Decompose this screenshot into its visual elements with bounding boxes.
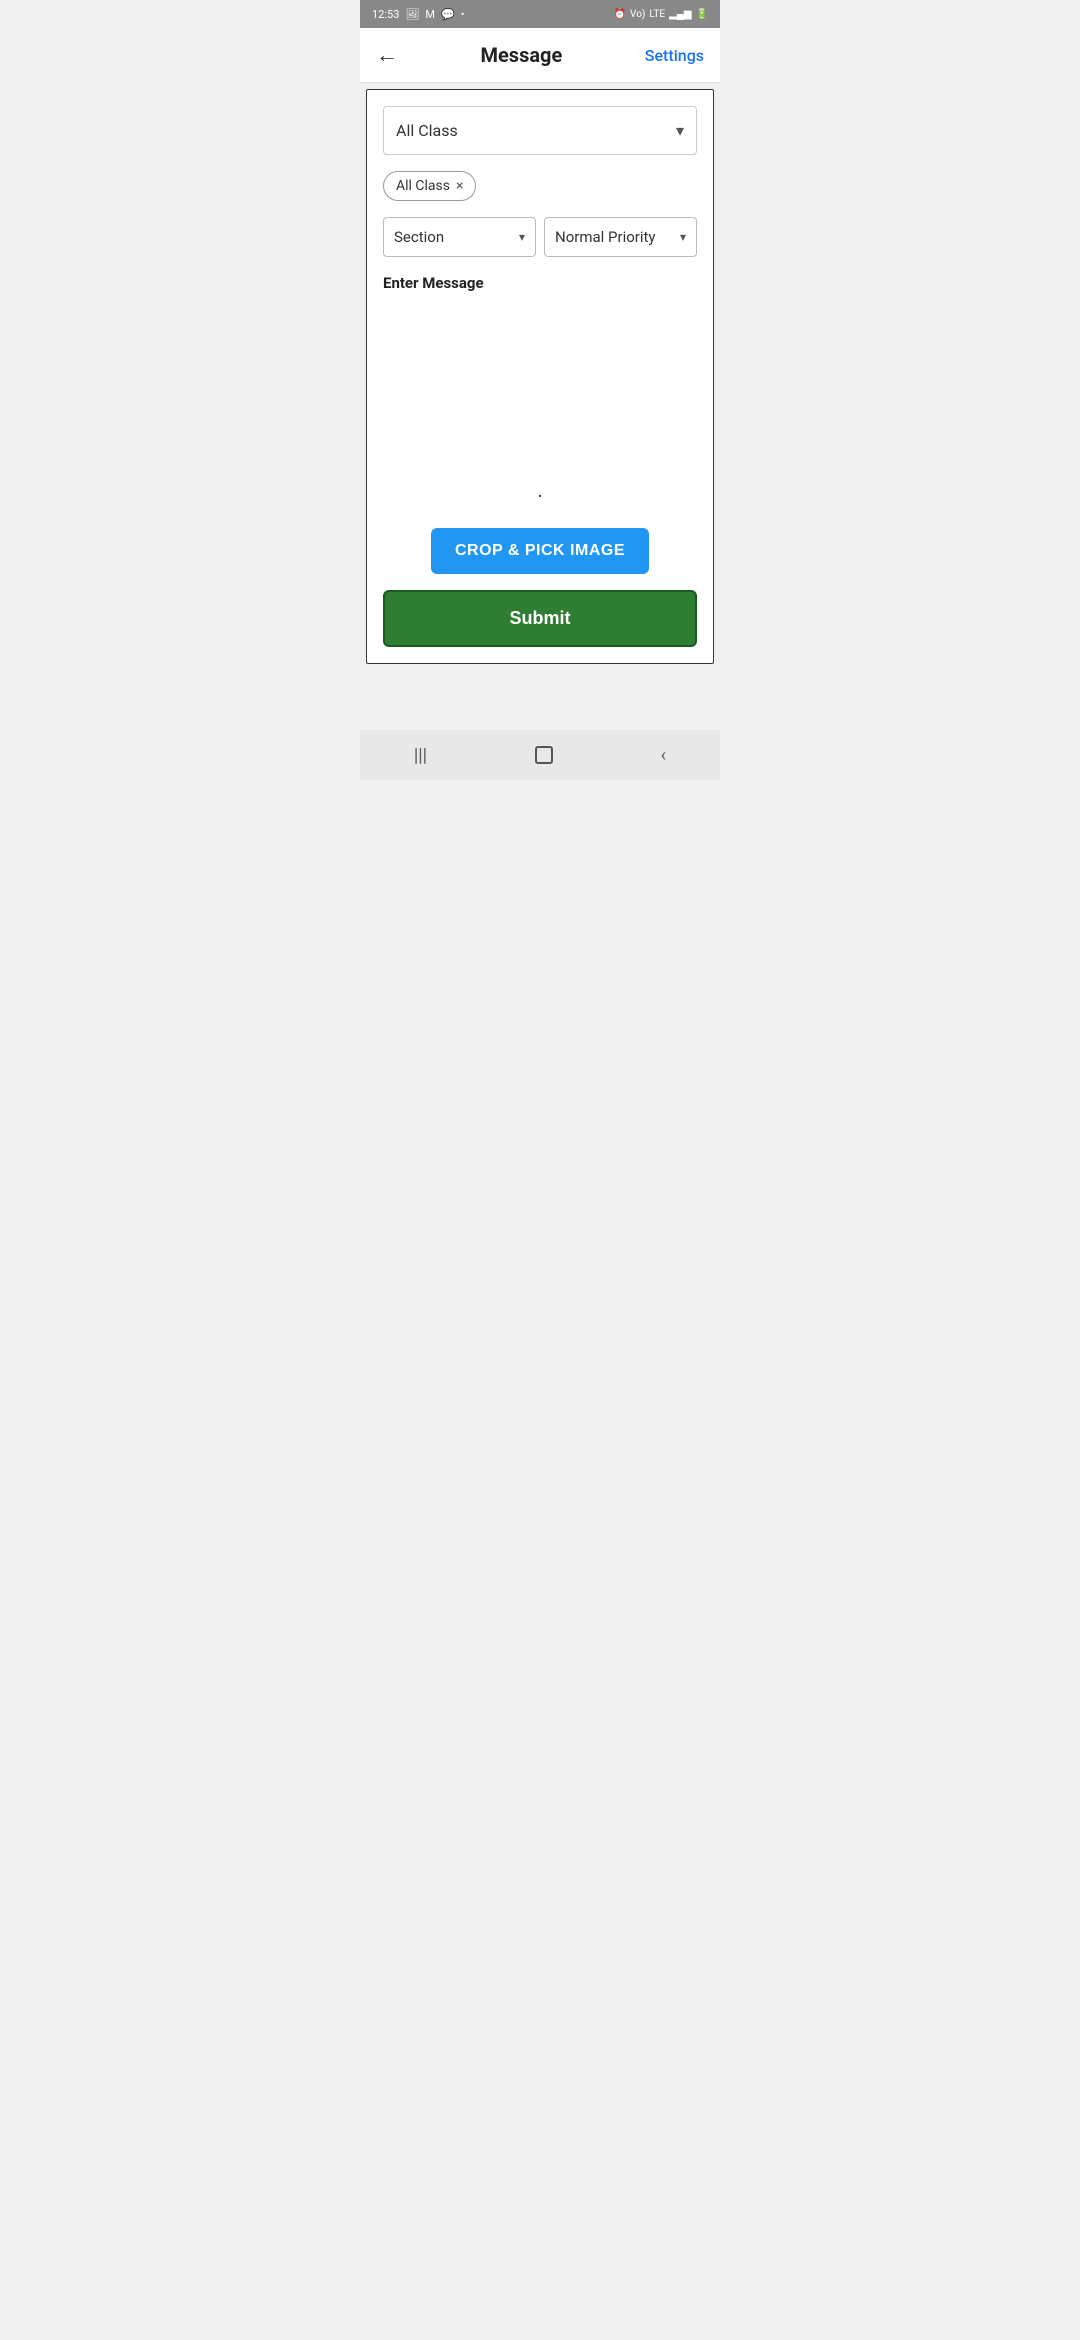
android-nav-bar: ||| ‹ <box>360 730 720 780</box>
main-content: All Class ▾ All Class × Section ▾ Normal… <box>366 89 714 664</box>
gmail-icon: M <box>425 8 435 21</box>
dot-icon: • <box>461 8 465 21</box>
back-button[interactable]: ← <box>376 42 398 68</box>
priority-arrow-icon: ▾ <box>680 230 686 244</box>
signal-icon: ▂▄▆ <box>669 9 691 20</box>
bottom-spacer <box>360 670 720 730</box>
all-class-tag: All Class × <box>383 171 476 201</box>
tag-container: All Class × <box>383 171 697 201</box>
chat-icon: 💬 <box>441 8 455 21</box>
tag-close-icon[interactable]: × <box>456 178 463 194</box>
page-title: Message <box>481 43 563 67</box>
settings-button[interactable]: Settings <box>645 46 704 65</box>
lte-label: LTE <box>649 9 665 20</box>
nav-bar: ← Message Settings <box>360 28 720 83</box>
chevron-down-icon: ▾ <box>676 121 684 140</box>
class-dropdown-label: All Class <box>396 121 458 140</box>
priority-label: Normal Priority <box>555 228 656 246</box>
alarm-icon: ⏰ <box>614 9 626 20</box>
priority-dropdown[interactable]: Normal Priority ▾ <box>544 217 697 257</box>
section-dropdown[interactable]: Section ▾ <box>383 217 536 257</box>
status-left: 12:53 🖼 M 💬 • <box>372 8 464 21</box>
dot-indicator: · <box>383 484 697 508</box>
submit-button[interactable]: Submit <box>383 590 697 647</box>
volte-label: Vo) <box>630 9 645 20</box>
message-input[interactable] <box>383 308 697 464</box>
status-right: ⏰ Vo) LTE ▂▄▆ 🔋 <box>614 9 708 20</box>
photo-icon: 🖼 <box>405 8 419 21</box>
enter-message-section: Enter Message <box>383 273 697 292</box>
back-nav-button[interactable]: ‹ <box>661 745 666 766</box>
enter-message-label: Enter Message <box>383 274 484 292</box>
status-bar: 12:53 🖼 M 💬 • ⏰ Vo) LTE ▂▄▆ 🔋 <box>360 0 720 28</box>
filter-row: Section ▾ Normal Priority ▾ <box>383 217 697 257</box>
crop-pick-image-button[interactable]: CROP & PICK IMAGE <box>431 528 649 574</box>
tag-label: All Class <box>396 178 450 194</box>
time-display: 12:53 <box>372 8 399 21</box>
menu-button[interactable]: ||| <box>414 745 427 766</box>
home-button[interactable] <box>535 746 553 764</box>
battery-icon: 🔋 <box>696 9 708 20</box>
class-dropdown[interactable]: All Class ▾ <box>383 106 697 155</box>
section-arrow-icon: ▾ <box>519 230 525 244</box>
section-label: Section <box>394 228 444 246</box>
